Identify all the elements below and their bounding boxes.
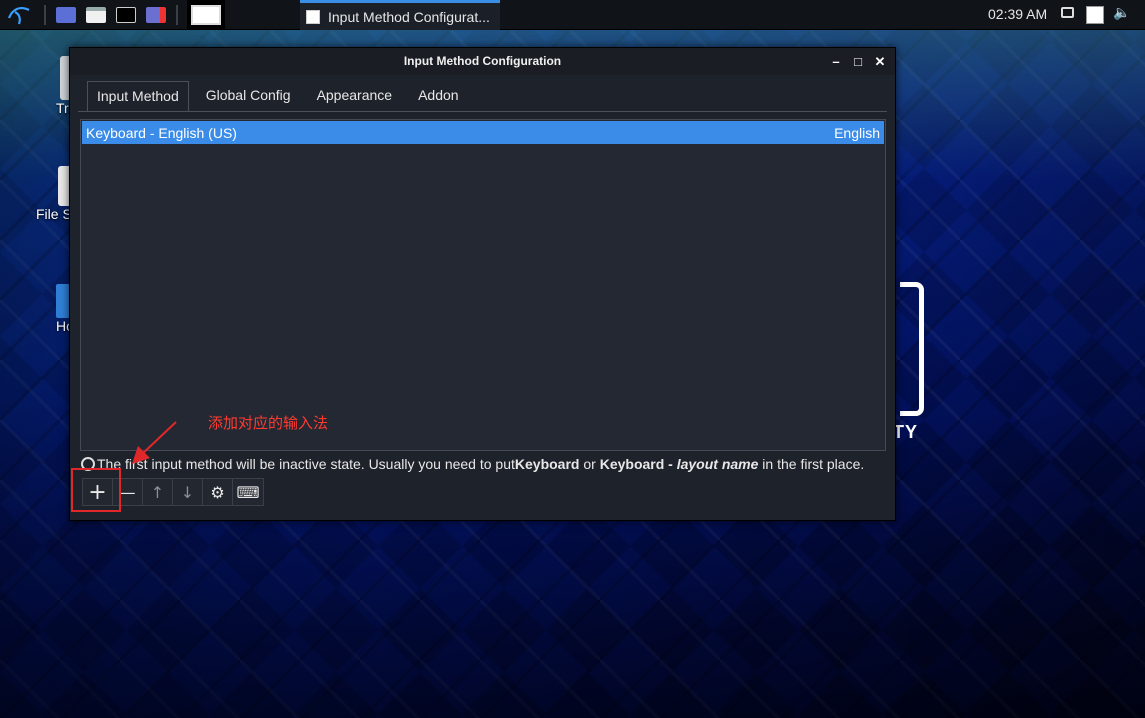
list-item[interactable]: Keyboard - English (US) English [82, 121, 884, 144]
clock[interactable]: 02:39 AM [988, 6, 1047, 22]
move-down-button[interactable]: ↓ [173, 479, 203, 505]
input-method-name: Keyboard - English (US) [86, 124, 237, 141]
taskbar-separator [176, 5, 178, 25]
maximize-button[interactable]: □ [847, 48, 869, 75]
file-manager-icon[interactable] [83, 3, 109, 27]
folder-icon [56, 284, 70, 318]
workspace-icon[interactable] [53, 3, 79, 27]
move-up-button[interactable]: ↑ [143, 479, 173, 505]
input-method-list[interactable]: Keyboard - English (US) English [80, 119, 886, 451]
wallpaper-logo-text: TY [893, 422, 919, 442]
window-titlebar[interactable]: Input Method Configuration – □ ✕ [70, 48, 895, 75]
volume-icon[interactable]: 🔈 [1113, 5, 1130, 21]
tab-addon[interactable]: Addon [409, 81, 467, 111]
info-text-layout-name: layout name [676, 456, 759, 472]
terminal-icon[interactable] [113, 3, 139, 27]
taskbar-task-input-method[interactable]: Input Method Configurat... [300, 0, 500, 30]
info-text-suffix: in the first place. [758, 456, 865, 472]
taskbar-task-title: Input Method Configurat... [328, 8, 490, 25]
taskbar: Input Method Configurat... 02:39 AM 🔈 [0, 0, 1145, 30]
keyboard-layout-button[interactable]: ⌨ [233, 479, 263, 505]
configure-button[interactable]: ⚙ [203, 479, 233, 505]
annotation-highlight-box [71, 468, 121, 512]
annotation-text: 添加对应的输入法 [208, 414, 329, 432]
info-message: The first input method will be inactive … [81, 456, 864, 472]
input-method-config-window: Input Method Configuration – □ ✕ Input M… [69, 47, 896, 521]
wallpaper-logo-shape [900, 282, 924, 416]
window-preview-icon[interactable] [187, 0, 225, 30]
app-window-icon [306, 9, 320, 24]
close-button[interactable]: ✕ [869, 48, 891, 75]
kali-menu-icon[interactable] [4, 3, 34, 27]
info-text-middle: or [579, 456, 600, 472]
desktop-icon-label: File S [36, 206, 72, 222]
notification-icon[interactable] [1061, 7, 1074, 18]
window-title: Input Method Configuration [403, 54, 562, 68]
info-text-bold-keyboard-layout: Keyboard - [599, 456, 677, 472]
screenshot-icon[interactable] [143, 3, 169, 27]
tab-appearance[interactable]: Appearance [308, 81, 402, 111]
input-method-tray-icon[interactable] [1086, 6, 1104, 24]
taskbar-separator [44, 5, 46, 25]
tab-input-method[interactable]: Input Method [87, 81, 189, 111]
tab-bar: Input Method Global Config Appearance Ad… [87, 81, 476, 111]
tab-global-config[interactable]: Global Config [197, 81, 300, 111]
info-text-bold-keyboard: Keyboard [514, 456, 580, 472]
input-method-language: English [834, 124, 880, 141]
minimize-button[interactable]: – [825, 48, 847, 75]
annotation-arrow-icon [132, 421, 177, 464]
desktop-icon-label: Tr [56, 100, 69, 116]
tab-divider [78, 111, 887, 112]
